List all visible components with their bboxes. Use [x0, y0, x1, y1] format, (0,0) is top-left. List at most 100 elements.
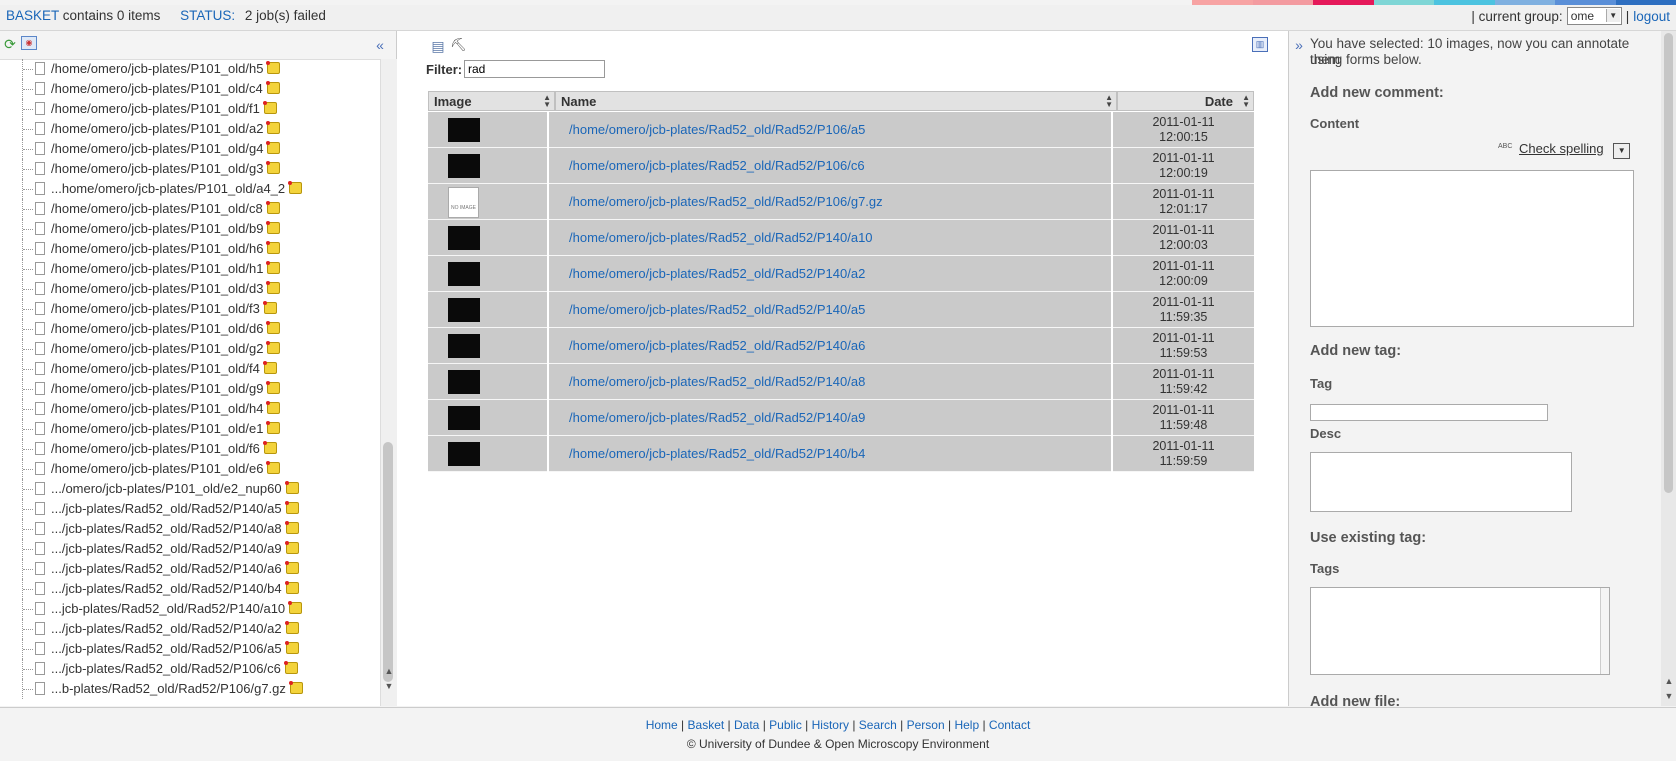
footer-link-help[interactable]: Help: [954, 718, 979, 732]
basket-link[interactable]: BASKET: [6, 8, 59, 23]
image-name-link[interactable]: /home/omero/jcb-plates/Rad52_old/Rad52/P…: [569, 446, 865, 461]
tree-scrollbar[interactable]: ▲ ▼: [380, 59, 397, 706]
tree-item[interactable]: .../jcb-plates/Rad52_old/Rad52/P106/a5: [0, 639, 380, 659]
desc-textarea[interactable]: [1310, 452, 1572, 512]
image-thumbnail[interactable]: [448, 370, 480, 394]
tree-item[interactable]: /home/omero/jcb-plates/P101_old/h1: [0, 259, 380, 279]
tree-item[interactable]: /home/omero/jcb-plates/P101_old/e1: [0, 419, 380, 439]
comment-textarea[interactable]: [1310, 170, 1634, 327]
tree-item[interactable]: .../jcb-plates/Rad52_old/Rad52/P106/c6: [0, 659, 380, 679]
tree-scrollbar-thumb[interactable]: [383, 442, 393, 682]
image-thumbnail[interactable]: [448, 442, 480, 466]
table-row[interactable]: /home/omero/jcb-plates/Rad52_old/Rad52/P…: [428, 328, 1254, 364]
table-row[interactable]: NO IMAGE/home/omero/jcb-plates/Rad52_old…: [428, 184, 1254, 220]
table-row[interactable]: /home/omero/jcb-plates/Rad52_old/Rad52/P…: [428, 364, 1254, 400]
column-header-date[interactable]: Date ▲▼: [1117, 91, 1254, 111]
tree-item[interactable]: .../jcb-plates/Rad52_old/Rad52/P140/a8: [0, 519, 380, 539]
image-name-link[interactable]: /home/omero/jcb-plates/Rad52_old/Rad52/P…: [569, 230, 873, 245]
tree-item[interactable]: .../jcb-plates/Rad52_old/Rad52/P140/a9: [0, 539, 380, 559]
column-header-image[interactable]: Image ▲▼: [428, 91, 555, 111]
image-name-link[interactable]: /home/omero/jcb-plates/Rad52_old/Rad52/P…: [569, 302, 865, 317]
tree-item[interactable]: .../omero/jcb-plates/P101_old/e2_nup60: [0, 479, 380, 499]
copy-icon[interactable]: ▤: [430, 38, 446, 54]
logout-link[interactable]: logout: [1633, 9, 1670, 24]
tree-item[interactable]: /home/omero/jcb-plates/P101_old/e6: [0, 459, 380, 479]
tree-item[interactable]: /home/omero/jcb-plates/P101_old/b9: [0, 219, 380, 239]
table-row[interactable]: /home/omero/jcb-plates/Rad52_old/Rad52/P…: [428, 436, 1254, 472]
image-thumbnail[interactable]: [448, 298, 480, 322]
collapse-right-icon[interactable]: »: [1291, 37, 1307, 53]
image-name-link[interactable]: /home/omero/jcb-plates/Rad52_old/Rad52/P…: [569, 410, 865, 425]
footer-link-contact[interactable]: Contact: [989, 718, 1030, 732]
tags-select[interactable]: [1310, 587, 1610, 675]
annotation-scrollbar[interactable]: ▲ ▼: [1661, 31, 1676, 706]
chevron-down-icon[interactable]: ▼: [1613, 143, 1630, 159]
check-spelling-link[interactable]: Check spelling: [1519, 141, 1604, 156]
image-name-link[interactable]: /home/omero/jcb-plates/Rad52_old/Rad52/P…: [569, 374, 865, 389]
tree-item[interactable]: ...jcb-plates/Rad52_old/Rad52/P140/a10: [0, 599, 380, 619]
column-header-name[interactable]: Name ▲▼: [555, 91, 1117, 111]
image-thumbnail[interactable]: [448, 262, 480, 286]
image-thumbnail[interactable]: [448, 154, 480, 178]
scroll-down-icon[interactable]: ▼: [1661, 689, 1676, 703]
tree-item[interactable]: /home/omero/jcb-plates/P101_old/f6: [0, 439, 380, 459]
table-row[interactable]: /home/omero/jcb-plates/Rad52_old/Rad52/P…: [428, 400, 1254, 436]
image-name-link[interactable]: /home/omero/jcb-plates/Rad52_old/Rad52/P…: [569, 266, 865, 281]
tree-item[interactable]: ...b-plates/Rad52_old/Rad52/P106/g7.gz: [0, 679, 380, 699]
refresh-icon[interactable]: ⟳: [2, 36, 18, 52]
tree-item[interactable]: /home/omero/jcb-plates/P101_old/g9: [0, 379, 380, 399]
tree-item[interactable]: /home/omero/jcb-plates/P101_old/h5: [0, 59, 380, 79]
table-row[interactable]: /home/omero/jcb-plates/Rad52_old/Rad52/P…: [428, 256, 1254, 292]
tag-input[interactable]: [1310, 404, 1548, 421]
image-name-link[interactable]: /home/omero/jcb-plates/Rad52_old/Rad52/P…: [569, 194, 883, 209]
tree-item[interactable]: /home/omero/jcb-plates/P101_old/a2: [0, 119, 380, 139]
tree-item[interactable]: /home/omero/jcb-plates/P101_old/d6: [0, 319, 380, 339]
image-thumbnail[interactable]: [448, 226, 480, 250]
tree-item[interactable]: /home/omero/jcb-plates/P101_old/f1: [0, 99, 380, 119]
scroll-down-icon[interactable]: ▼: [381, 679, 397, 693]
footer-link-history[interactable]: History: [812, 718, 849, 732]
filter-input[interactable]: [464, 60, 605, 78]
tree-item[interactable]: /home/omero/jcb-plates/P101_old/g2: [0, 339, 380, 359]
table-row[interactable]: /home/omero/jcb-plates/Rad52_old/Rad52/P…: [428, 292, 1254, 328]
tree-item[interactable]: /home/omero/jcb-plates/P101_old/h6: [0, 239, 380, 259]
tree-item[interactable]: /home/omero/jcb-plates/P101_old/h4: [0, 399, 380, 419]
footer-link-home[interactable]: Home: [646, 718, 678, 732]
tree-item[interactable]: /home/omero/jcb-plates/P101_old/c8: [0, 199, 380, 219]
image-thumbnail[interactable]: [448, 406, 480, 430]
tree-item[interactable]: /home/omero/jcb-plates/P101_old/f4: [0, 359, 380, 379]
tree-item[interactable]: /home/omero/jcb-plates/P101_old/g4: [0, 139, 380, 159]
tree-item[interactable]: .../jcb-plates/Rad52_old/Rad52/P140/a2: [0, 619, 380, 639]
tree-item[interactable]: /home/omero/jcb-plates/P101_old/c4: [0, 79, 380, 99]
scroll-up-icon[interactable]: ▲: [381, 664, 397, 678]
view-toggle-icon[interactable]: ◉: [21, 36, 37, 50]
image-name-link[interactable]: /home/omero/jcb-plates/Rad52_old/Rad52/P…: [569, 338, 865, 353]
image-name-link[interactable]: /home/omero/jcb-plates/Rad52_old/Rad52/P…: [569, 158, 865, 173]
scroll-up-icon[interactable]: ▲: [1661, 674, 1676, 688]
annotation-scrollbar-thumb[interactable]: [1664, 33, 1673, 493]
table-row[interactable]: /home/omero/jcb-plates/Rad52_old/Rad52/P…: [428, 112, 1254, 148]
footer-link-person[interactable]: Person: [907, 718, 945, 732]
tree-item[interactable]: .../jcb-plates/Rad52_old/Rad52/P140/b4: [0, 579, 380, 599]
table-row[interactable]: /home/omero/jcb-plates/Rad52_old/Rad52/P…: [428, 220, 1254, 256]
image-thumbnail[interactable]: [448, 118, 480, 142]
tree-item[interactable]: .../jcb-plates/Rad52_old/Rad52/P140/a5: [0, 499, 380, 519]
table-row[interactable]: /home/omero/jcb-plates/Rad52_old/Rad52/P…: [428, 148, 1254, 184]
layout-icon[interactable]: ▥: [1252, 37, 1268, 52]
group-select[interactable]: ome ▼: [1567, 7, 1622, 25]
collapse-left-icon[interactable]: «: [372, 37, 388, 53]
tree-item[interactable]: ...home/omero/jcb-plates/P101_old/a4_2: [0, 179, 380, 199]
tags-select-scrollbar[interactable]: [1600, 588, 1609, 674]
no-image-thumbnail[interactable]: NO IMAGE: [448, 187, 479, 218]
basket-add-icon[interactable]: ⛏: [450, 37, 466, 53]
tree-item[interactable]: /home/omero/jcb-plates/P101_old/d3: [0, 279, 380, 299]
footer-link-search[interactable]: Search: [859, 718, 897, 732]
tree-item[interactable]: /home/omero/jcb-plates/P101_old/f3: [0, 299, 380, 319]
image-thumbnail[interactable]: [448, 334, 480, 358]
tree-item[interactable]: /home/omero/jcb-plates/P101_old/g3: [0, 159, 380, 179]
footer-link-basket[interactable]: Basket: [688, 718, 725, 732]
footer-link-public[interactable]: Public: [769, 718, 802, 732]
tree-item[interactable]: .../jcb-plates/Rad52_old/Rad52/P140/a6: [0, 559, 380, 579]
footer-link-data[interactable]: Data: [734, 718, 759, 732]
image-name-link[interactable]: /home/omero/jcb-plates/Rad52_old/Rad52/P…: [569, 122, 865, 137]
